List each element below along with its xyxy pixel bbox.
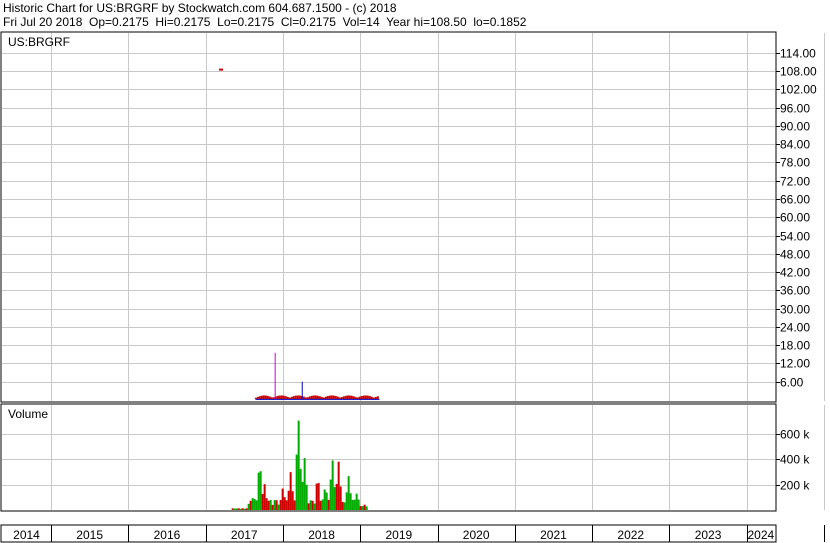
price-y-tick-label: 90.00 bbox=[780, 120, 810, 134]
x-axis-year-label: 2024 bbox=[747, 528, 774, 542]
price-y-tick-label: 6.00 bbox=[780, 376, 804, 390]
volume-y-tick-label: 400 k bbox=[780, 453, 810, 467]
price-y-tick-label: 102.00 bbox=[780, 83, 817, 97]
volume-y-axis: 600 k 400 k 200 k bbox=[776, 428, 810, 493]
x-axis-year-label: 2014 bbox=[13, 528, 40, 542]
volume-panel-frame bbox=[0, 403, 777, 512]
price-grid bbox=[2, 33, 825, 401]
price-y-tick-label: 24.00 bbox=[780, 321, 810, 335]
price-y-tick-label: 66.00 bbox=[780, 193, 810, 207]
price-y-tick-label: 72.00 bbox=[780, 175, 810, 189]
price-y-tick-label: 84.00 bbox=[780, 138, 810, 152]
price-y-tick-label: 12.00 bbox=[780, 357, 810, 371]
x-axis-year-label: 2016 bbox=[154, 528, 181, 542]
price-y-tick-label: 36.00 bbox=[780, 284, 810, 298]
volume-grid bbox=[2, 405, 825, 510]
x-axis-year-label: 2017 bbox=[231, 528, 258, 542]
price-y-tick-label: 96.00 bbox=[780, 102, 810, 116]
x-axis-year-label: 2021 bbox=[540, 528, 567, 542]
price-y-tick-label: 48.00 bbox=[780, 248, 810, 262]
x-axis-year-label: 2019 bbox=[385, 528, 412, 542]
price-y-tick-label: 78.00 bbox=[780, 156, 810, 170]
volume-y-tick-label: 200 k bbox=[780, 479, 810, 493]
price-y-tick-label: 108.00 bbox=[780, 65, 817, 79]
x-axis-year-label: 2020 bbox=[463, 528, 490, 542]
x-axis-year-label: 2023 bbox=[695, 528, 722, 542]
price-y-axis: 114.00 108.00 102.00 96.00 90.00 84.00 78.00 72… bbox=[776, 47, 817, 390]
price-series bbox=[219, 68, 380, 400]
x-axis: 2014 2015 2016 2017 2018 2019 2020 2021 2022 2023… bbox=[13, 525, 825, 542]
x-axis-year-label: 2015 bbox=[76, 528, 103, 542]
x-axis-year-label: 2022 bbox=[617, 528, 644, 542]
price-y-tick-label: 30.00 bbox=[780, 303, 810, 317]
x-axis-year-label: 2018 bbox=[308, 528, 335, 542]
volume-panel-title: Volume bbox=[8, 407, 48, 421]
price-y-tick-label: 60.00 bbox=[780, 211, 810, 225]
price-y-tick-label: 114.00 bbox=[780, 47, 816, 61]
price-y-tick-label: 54.00 bbox=[780, 230, 810, 244]
volume-y-tick-label: 600 k bbox=[780, 428, 810, 442]
price-y-tick-label: 18.00 bbox=[780, 339, 810, 353]
price-y-tick-label: 42.00 bbox=[780, 266, 810, 280]
stock-chart: 114.00 108.00 102.00 96.00 90.00 84.00 78.00 72… bbox=[0, 31, 825, 543]
price-outlier-mark bbox=[219, 68, 224, 71]
price-panel-title: US:BRGRF bbox=[8, 35, 70, 49]
